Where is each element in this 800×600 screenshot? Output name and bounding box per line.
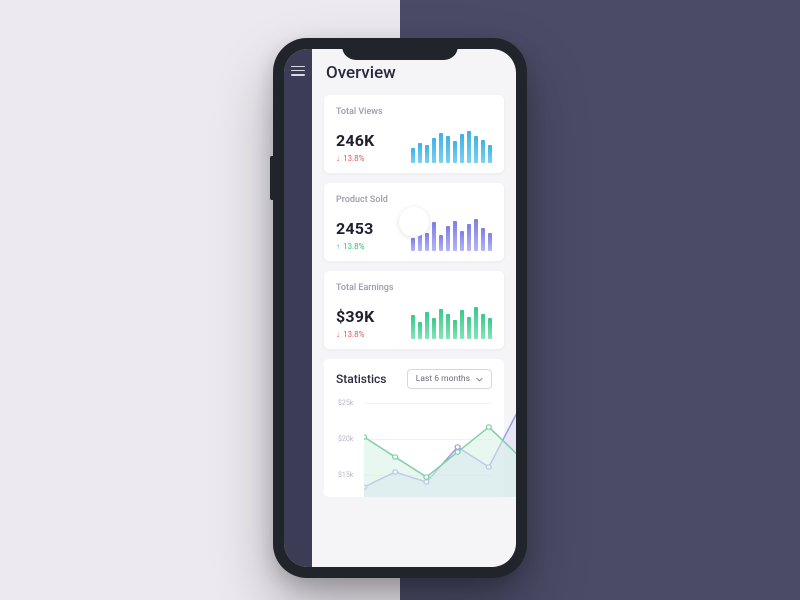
menu-icon[interactable]	[291, 63, 305, 78]
metric-delta: ↓ 13.8%	[336, 154, 375, 163]
statistics-title: Statistics	[336, 372, 386, 386]
card-product-sold[interactable]: Product Sold 2453 ↑ 13.8%	[324, 183, 504, 261]
sidebar-rail	[284, 49, 312, 567]
arrow-up-icon: ↑	[336, 242, 340, 251]
arrow-down-icon: ↓	[336, 330, 340, 339]
phone-notch	[342, 38, 458, 60]
phone-frame: Overview Total Views 246K ↓ 13.8% P	[273, 38, 527, 578]
y-tick: $15k	[338, 471, 353, 479]
page-title: Overview	[326, 63, 504, 83]
metric-value: $39K	[336, 307, 375, 326]
range-dropdown[interactable]: Last 6 months	[407, 369, 492, 389]
range-label: Last 6 months	[416, 374, 470, 384]
metric-delta: ↓ 13.8%	[336, 330, 375, 339]
statistics-chart: $25k $20k $15k	[336, 397, 492, 497]
y-tick: $20k	[338, 435, 353, 443]
card-label: Total Views	[336, 107, 492, 117]
fab-button[interactable]	[399, 207, 429, 237]
card-total-views[interactable]: Total Views 246K ↓ 13.8%	[324, 95, 504, 173]
y-tick: $25k	[338, 399, 353, 407]
main-content: Overview Total Views 246K ↓ 13.8% P	[312, 49, 516, 567]
arrow-down-icon: ↓	[336, 154, 340, 163]
sparkline-earn	[411, 305, 492, 339]
card-statistics: Statistics Last 6 months $25k $20k $15k	[324, 359, 504, 497]
card-total-earnings[interactable]: Total Earnings $39K ↓ 13.8%	[324, 271, 504, 349]
chevron-down-icon	[476, 376, 483, 383]
app-screen: Overview Total Views 246K ↓ 13.8% P	[284, 49, 516, 567]
card-label: Product Sold	[336, 195, 492, 205]
metric-value: 2453	[336, 219, 374, 238]
sparkline-views	[411, 129, 492, 163]
card-label: Total Earnings	[336, 283, 492, 293]
metric-value: 246K	[336, 131, 375, 150]
metric-delta: ↑ 13.8%	[336, 242, 374, 251]
